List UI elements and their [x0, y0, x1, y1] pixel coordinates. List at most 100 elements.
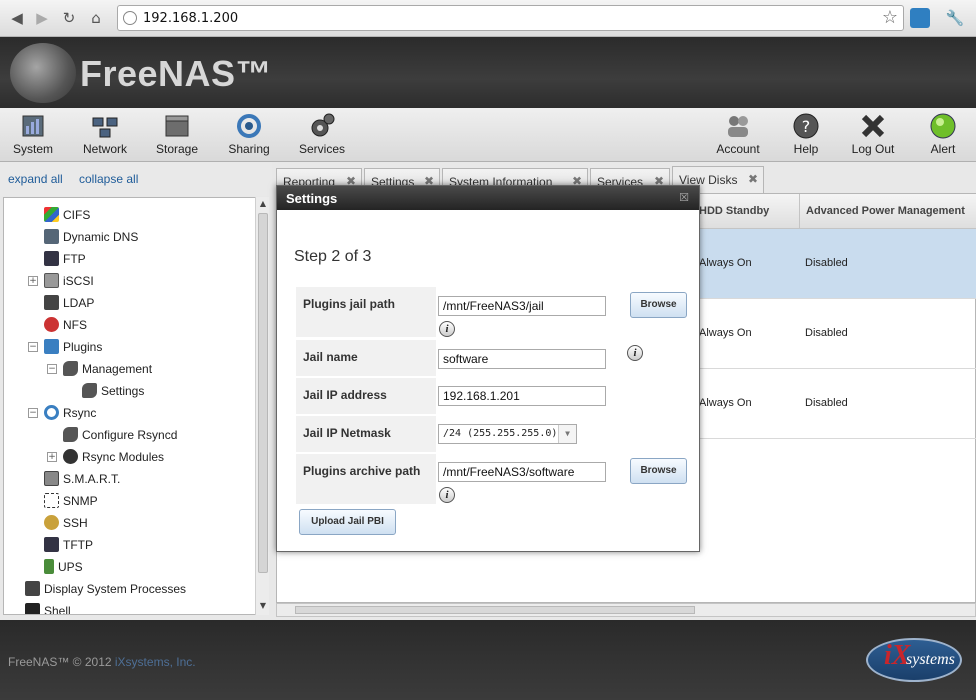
browse-button[interactable]: Browse — [630, 458, 687, 484]
jail-ip-input[interactable]: 192.168.1.201 — [438, 386, 606, 406]
close-tab-icon[interactable]: ✖ — [748, 172, 758, 186]
reload-icon[interactable]: ↻ — [58, 8, 80, 28]
collapse-all-link[interactable]: collapse all — [79, 172, 138, 186]
system-icon — [22, 115, 44, 137]
ftp-icon — [44, 251, 59, 266]
tree-item-nfs[interactable]: NFS — [44, 315, 87, 335]
tree-item-iscsi[interactable]: iSCSI — [44, 271, 94, 291]
dynamic-dns-icon — [44, 229, 59, 244]
iscsi-icon — [44, 273, 59, 288]
chevron-down-icon[interactable]: ▼ — [558, 425, 576, 443]
expand-all-link[interactable]: expand all — [8, 172, 63, 186]
tree-item-rsync-modules[interactable]: Rsync Modules — [63, 447, 164, 467]
scroll-thumb[interactable] — [295, 606, 695, 614]
tree-item-dynamic-dns[interactable]: Dynamic DNS — [44, 227, 138, 247]
scroll-thumb[interactable] — [258, 213, 268, 573]
logout-x-icon — [861, 114, 885, 138]
toolbar-network[interactable]: Network — [80, 112, 130, 160]
info-icon[interactable]: i — [439, 321, 455, 337]
tree-item-plugins[interactable]: Plugins — [44, 337, 102, 357]
sharing-icon — [237, 114, 261, 138]
archive-path-input[interactable]: /mnt/FreeNAS3/software — [438, 462, 606, 482]
tree-item-settings[interactable]: Settings — [82, 381, 144, 401]
scroll-down-icon[interactable]: ▼ — [257, 601, 269, 613]
jail-name-input[interactable]: software — [438, 349, 606, 369]
url-text: 192.168.1.200 — [143, 11, 239, 26]
copyright-text: FreeNAS™ © 2012 iXsystems, Inc. — [8, 655, 196, 669]
tree-item-tftp[interactable]: TFTP — [44, 535, 93, 555]
main-toolbar: System Network Storage Sharing Services … — [0, 108, 976, 162]
collapse-management-icon[interactable]: − — [47, 364, 57, 374]
expand-rsync-modules-icon[interactable]: + — [47, 452, 57, 462]
toolbar-system[interactable]: System — [10, 112, 56, 160]
tree-item-shell[interactable]: Shell — [25, 601, 71, 614]
ixsystems-logo: iX systems — [866, 638, 962, 682]
tree-item-ssh[interactable]: SSH — [44, 513, 88, 533]
tree-item-ldap[interactable]: LDAP — [44, 293, 94, 313]
svg-text:?: ? — [802, 117, 811, 136]
ldap-icon — [44, 295, 59, 310]
toolbar-account[interactable]: Account — [714, 112, 762, 160]
tree-item-configure-rsyncd[interactable]: Configure Rsyncd — [63, 425, 177, 445]
gear-icon — [63, 449, 78, 464]
app-header: FreeNAS™ — [0, 37, 976, 108]
services-gear-icon — [311, 113, 335, 137]
tree-item-snmp[interactable]: SNMP — [44, 491, 98, 511]
wrench-icon — [63, 427, 78, 442]
expand-iscsi-icon[interactable]: + — [28, 276, 38, 286]
tree-item-ups[interactable]: UPS — [44, 557, 83, 577]
tree-item-display-system-processes[interactable]: Display System Processes — [25, 579, 186, 599]
home-icon[interactable]: ⌂ — [85, 8, 107, 28]
column-divider — [799, 194, 800, 229]
wrench-icon — [63, 361, 78, 376]
rsync-icon — [44, 405, 59, 420]
tree-item-rsync[interactable]: Rsync — [44, 403, 96, 423]
browse-button[interactable]: Browse — [630, 292, 687, 318]
smart-icon — [44, 471, 59, 486]
scroll-up-icon[interactable]: ▲ — [257, 199, 269, 211]
field-row-jail-ip: Jail IP address 192.168.1.201 — [296, 378, 688, 414]
freenas-shark-logo — [10, 43, 76, 103]
toolbar-sharing[interactable]: Sharing — [225, 112, 273, 160]
wrench-icon[interactable]: 🔧 — [944, 8, 966, 28]
jail-netmask-select[interactable]: /24 (255.255.255.0) ▼ — [438, 424, 577, 444]
footer: FreeNAS™ © 2012 iXsystems, Inc. iX syste… — [0, 620, 976, 700]
bookmark-star-icon[interactable]: ☆ — [882, 7, 898, 28]
archive-path-label: Plugins archive path — [296, 454, 436, 504]
back-icon[interactable]: ◀ — [6, 8, 28, 28]
tree-item-smart[interactable]: S.M.A.R.T. — [44, 469, 120, 489]
collapse-plugins-icon[interactable]: − — [28, 342, 38, 352]
forward-icon[interactable]: ▶ — [31, 8, 53, 28]
field-row-jail-netmask: Jail IP Netmask /24 (255.255.255.0) ▼ — [296, 416, 688, 452]
column-advanced-power-management[interactable]: Advanced Power Management — [806, 205, 965, 217]
tree-item-ftp[interactable]: FTP — [44, 249, 86, 269]
tree-item-management[interactable]: Management — [63, 359, 152, 379]
toolbar-help[interactable]: ? Help — [790, 112, 822, 160]
info-icon[interactable]: i — [627, 345, 643, 361]
upload-jail-pbi-button[interactable]: Upload Jail PBI — [299, 509, 396, 535]
help-icon: ? — [793, 113, 819, 139]
cifs-icon — [44, 207, 59, 222]
tree-scrollbar[interactable]: ▲ ▼ — [255, 197, 269, 615]
alert-light-icon — [930, 113, 956, 139]
jail-path-input[interactable]: /mnt/FreeNAS3/jail — [438, 296, 606, 316]
toolbar-services[interactable]: Services — [295, 112, 349, 160]
toolbar-logout[interactable]: Log Out — [849, 112, 897, 160]
jail-ip-label: Jail IP address — [296, 378, 436, 414]
info-icon[interactable]: i — [439, 487, 455, 503]
address-bar[interactable]: 192.168.1.200 ☆ — [117, 5, 904, 31]
jail-name-label: Jail name — [296, 340, 436, 376]
tree-item-cifs[interactable]: CIFS — [44, 205, 90, 225]
ixsystems-link[interactable]: iXsystems, Inc. — [115, 655, 196, 669]
toolbar-alert[interactable]: Alert — [926, 112, 960, 160]
tftp-icon — [44, 537, 59, 552]
extension-icon[interactable] — [910, 8, 930, 28]
nfs-icon — [44, 317, 59, 332]
toolbar-storage[interactable]: Storage — [153, 112, 201, 160]
collapse-rsync-icon[interactable]: − — [28, 408, 38, 418]
plugins-icon — [44, 339, 59, 354]
close-icon[interactable]: ☒ — [679, 191, 689, 204]
logo-text: FreeNAS™ — [80, 53, 273, 94]
column-hdd-standby[interactable]: HDD Standby — [699, 205, 769, 217]
grid-horizontal-scrollbar[interactable] — [276, 603, 976, 617]
